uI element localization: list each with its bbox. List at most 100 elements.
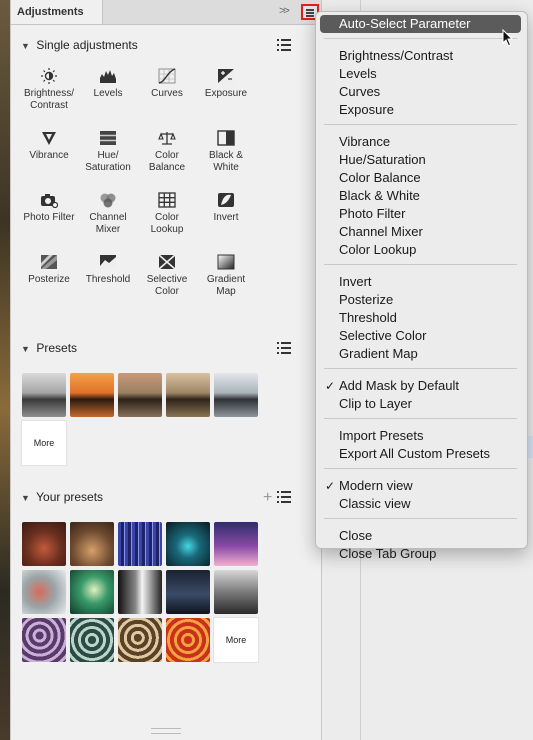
adjustment-label: Exposure [204,88,248,99]
menu-item-levels[interactable]: Levels [339,65,377,83]
adjustment-color-balance[interactable]: Color Balance [137,130,197,174]
menu-item-auto-select-parameter[interactable]: Auto-Select Parameter [320,15,521,33]
list-view-icon[interactable] [277,39,291,51]
chevron-down-icon: ▼ [21,344,30,354]
menu-item-vibrance[interactable]: Vibrance [339,133,390,151]
black-white-icon [217,130,235,146]
user-preset-thumbnail[interactable] [118,618,162,662]
adjustment-brightness-contrast[interactable]: Brightness/ Contrast [19,68,79,112]
user-preset-thumbnail[interactable] [118,570,162,614]
adjustment-black-white[interactable]: Black & White [196,130,256,174]
adjustment-levels[interactable]: Levels [78,68,138,100]
menu-item-channel-mixer[interactable]: Channel Mixer [339,223,423,241]
adjustment-channel-mixer[interactable]: Channel Mixer [78,192,138,236]
user-preset-thumbnail[interactable] [166,522,210,566]
presets-more-button[interactable]: More [22,421,66,465]
channel-mixer-icon [100,193,116,208]
collapse-panel-button[interactable]: >> [279,5,290,17]
user-preset-thumbnail[interactable] [214,570,258,614]
adjustment-label: Color Lookup [150,212,184,235]
menu-item-close-tab-group[interactable]: Close Tab Group [339,545,436,563]
invert-icon [218,193,234,207]
menu-item-exposure[interactable]: Exposure [339,101,394,119]
menu-separator [324,124,517,125]
camera-icon [41,194,58,208]
adjustment-curves[interactable]: Curves [137,68,197,100]
user-preset-thumbnail[interactable] [166,570,210,614]
preset-thumbnail[interactable] [70,373,114,417]
adjustment-gradient-map[interactable]: Gradient Map [196,254,256,298]
menu-item-add-mask-by-default[interactable]: Add Mask by Default [339,377,459,395]
section-title: Presets [36,341,78,355]
preset-thumbnail[interactable] [22,373,66,417]
sun-icon [41,68,57,84]
gradient-map-icon [217,254,235,270]
single-adjustments-header[interactable]: ▼ Single adjustments [21,38,138,56]
your-presets-more-button[interactable]: More [214,618,258,662]
adjustment-color-lookup[interactable]: Color Lookup [137,192,197,236]
user-preset-thumbnail[interactable] [22,570,66,614]
preset-thumbnail[interactable] [118,373,162,417]
user-preset-thumbnail[interactable] [22,522,66,566]
adjustment-label: Channel Mixer [89,212,127,235]
user-preset-thumbnail[interactable] [214,522,258,566]
adjustment-threshold[interactable]: Threshold [78,254,138,286]
add-preset-icon[interactable]: + [263,489,272,507]
adjustment-vibrance[interactable]: Vibrance [19,130,79,162]
user-preset-thumbnail[interactable] [118,522,162,566]
menu-item-color-balance[interactable]: Color Balance [339,169,421,187]
adjustment-hue-saturation[interactable]: Hue/ Saturation [78,130,138,174]
adjustment-invert[interactable]: Invert [196,192,256,224]
preset-thumbnail[interactable] [214,373,258,417]
menu-item-selective-color[interactable]: Selective Color [339,327,426,345]
menu-item-posterize[interactable]: Posterize [339,291,393,309]
adjustment-label: Brightness/ Contrast [23,88,75,111]
menu-item-classic-view[interactable]: Classic view [339,495,411,513]
adjustments-panel: Adjustments >> ▼ Single adjustments Brig… [10,0,322,740]
user-preset-thumbnail[interactable] [22,618,66,662]
list-view-icon[interactable] [277,342,291,354]
preset-thumbnail[interactable] [166,373,210,417]
posterize-icon [41,255,57,269]
user-preset-thumbnail[interactable] [70,570,114,614]
menu-item-color-lookup[interactable]: Color Lookup [339,241,416,259]
menu-item-photo-filter[interactable]: Photo Filter [339,205,405,223]
menu-item-curves[interactable]: Curves [339,83,380,101]
menu-item-close[interactable]: Close [339,527,372,545]
menu-item-black-white[interactable]: Black & White [339,187,420,205]
adjustment-selective-color[interactable]: Selective Color [137,254,197,298]
hamburger-icon [306,9,314,11]
adjustment-posterize[interactable]: Posterize [19,254,79,286]
user-preset-thumbnail[interactable] [166,618,210,662]
section-title: Single adjustments [36,38,138,52]
adjustment-label: Gradient Map [206,274,246,297]
menu-item-export-all-custom-presets[interactable]: Export All Custom Presets [339,445,490,463]
adjustment-label: Invert [213,212,239,223]
adjustment-exposure[interactable]: Exposure [196,68,256,100]
menu-separator [324,264,517,265]
adjustment-label: Threshold [85,274,131,285]
list-view-icon[interactable] [277,491,291,503]
menu-item-brightness-contrast[interactable]: Brightness/Contrast [339,47,453,65]
menu-item-import-presets[interactable]: Import Presets [339,427,424,445]
hue-saturation-icon [100,131,116,145]
menu-item-threshold[interactable]: Threshold [339,309,397,327]
menu-item-hue-saturation[interactable]: Hue/Saturation [339,151,426,169]
adjustment-label: Levels [93,88,123,99]
user-preset-thumbnail[interactable] [70,618,114,662]
menu-item-clip-to-layer[interactable]: Clip to Layer [339,395,412,413]
your-presets-header[interactable]: ▼ Your presets [21,490,103,508]
adjustment-photo-filter[interactable]: Photo Filter [19,192,79,224]
selective-color-icon [158,254,176,270]
checkmark-icon: ✓ [325,479,336,493]
tab-adjustments[interactable]: Adjustments [11,0,103,24]
user-preset-thumbnail[interactable] [70,522,114,566]
adjustment-label: Vibrance [29,150,69,161]
presets-header[interactable]: ▼ Presets [21,341,77,359]
menu-item-modern-view[interactable]: Modern view [339,477,413,495]
menu-item-gradient-map[interactable]: Gradient Map [339,345,418,363]
menu-item-invert[interactable]: Invert [339,273,372,291]
vibrance-triangle-icon [42,132,56,145]
resize-handle[interactable] [151,728,181,734]
grid-icon [158,192,176,208]
